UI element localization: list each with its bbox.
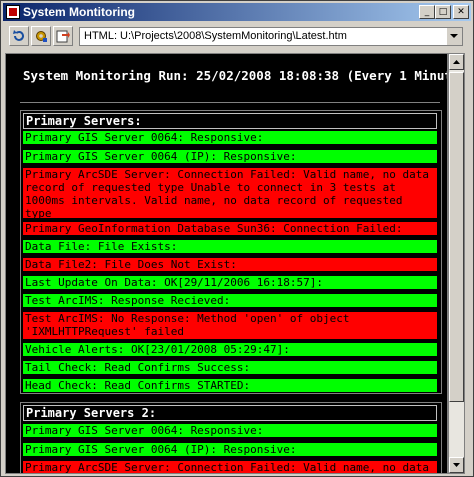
window-title: System Montitoring [23, 5, 136, 19]
close-button[interactable]: ✕ [453, 5, 469, 19]
status-row: Vehicle Alerts: OK[23/01/2008 05:29:47]: [23, 343, 437, 356]
status-row: Primary ArcSDE Server: Connection Failed… [23, 168, 437, 218]
gear-icon [36, 31, 47, 42]
separator [20, 102, 440, 103]
status-row: Primary GIS Server 0064: Responsive: [23, 131, 437, 144]
status-row: Test ArcIMS: No Response: Method 'open' … [23, 312, 437, 339]
arrow-down-icon [453, 463, 460, 467]
status-row: Data File: File Exists: [23, 240, 437, 253]
status-row: Primary GIS Server 0064 (IP): Responsive… [23, 443, 437, 456]
toolbar: HTML: U:\Projects\2008\SystemMonitoring\… [3, 23, 471, 49]
status-row: Head Check: Read Confirms STARTED: [23, 379, 437, 392]
scroll-thumb[interactable] [449, 72, 464, 402]
status-row: Data File2: File Does Not Exist: [23, 258, 437, 271]
refresh-icon [13, 30, 24, 41]
app-window: System Montitoring _ □ ✕ HTML: U:\Projec… [0, 0, 474, 477]
chevron-down-icon [450, 34, 458, 38]
monitor-app-icon [6, 5, 20, 19]
status-row: Primary GeoInformation Database Sun36: C… [23, 222, 437, 235]
panel-title: Primary Servers 2: [23, 405, 437, 421]
panel-title: Primary Servers: [23, 113, 437, 129]
arrow-up-icon [453, 60, 460, 64]
refresh-button[interactable] [9, 26, 29, 46]
close-icon: ✕ [457, 7, 465, 17]
minimize-icon: _ [424, 7, 430, 17]
maximize-icon: □ [438, 7, 448, 17]
scroll-down-button[interactable] [449, 457, 464, 473]
address-text: HTML: U:\Projects\2008\SystemMonitoring\… [84, 30, 347, 42]
settings-button[interactable] [31, 26, 51, 46]
status-row: Primary GIS Server 0064: Responsive: [23, 424, 437, 437]
status-row: Primary GIS Server 0064 (IP): Responsive… [23, 150, 437, 163]
run-header: System Monitoring Run: 25/02/2008 18:08:… [23, 68, 448, 83]
open-icon [56, 30, 70, 43]
address-combobox[interactable]: HTML: U:\Projects\2008\SystemMonitoring\… [79, 27, 463, 46]
primary-servers-2-panel: Primary Servers 2: Primary GIS Server 00… [20, 402, 442, 473]
primary-servers-panel: Primary Servers: Primary GIS Server 0064… [20, 110, 442, 394]
status-row: Test ArcIMS: Response Recieved: [23, 294, 437, 307]
title-bar[interactable]: System Montitoring _ □ ✕ [3, 3, 471, 21]
status-row: Primary ArcSDE Server: Connection Failed… [23, 461, 437, 473]
address-dropdown-button[interactable] [446, 28, 462, 45]
status-row: Last Update On Data: OK[29/11/2006 16:18… [23, 276, 437, 289]
vertical-scrollbar[interactable] [448, 53, 465, 474]
maximize-button[interactable]: □ [435, 5, 451, 19]
status-row: Tail Check: Read Confirms Success: [23, 361, 437, 374]
scroll-up-button[interactable] [449, 54, 464, 70]
report-view[interactable]: System Monitoring Run: 25/02/2008 18:08:… [5, 53, 448, 474]
minimize-button[interactable]: _ [419, 5, 435, 19]
open-button[interactable] [53, 26, 73, 46]
